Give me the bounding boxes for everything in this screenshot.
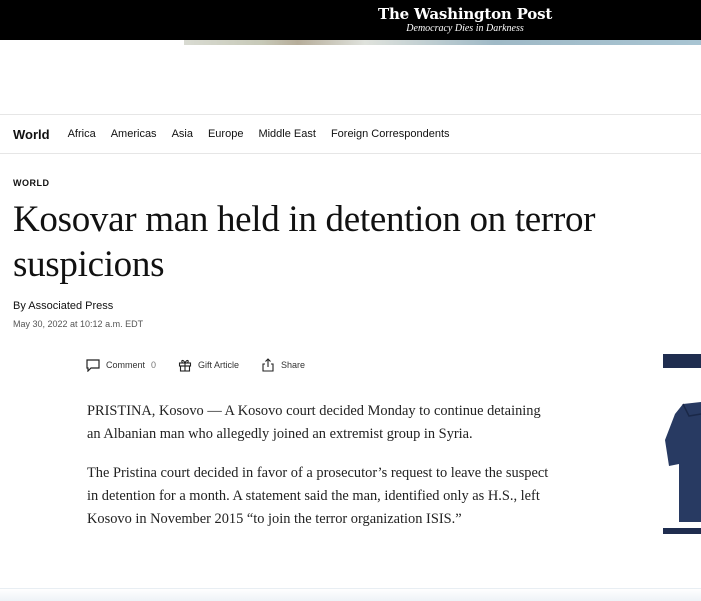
article-body: PRISTINA, Kosovo — A Kosovo court decide… bbox=[87, 400, 557, 547]
bottom-bar bbox=[0, 588, 701, 601]
byline: By Associated Press bbox=[13, 300, 113, 312]
share-icon bbox=[262, 358, 274, 372]
gift-label: Gift Article bbox=[198, 360, 240, 370]
nav-link-europe[interactable]: Europe bbox=[208, 128, 243, 140]
side-ad-image bbox=[663, 354, 701, 534]
article-paragraph: The Pristina court decided in favor of a… bbox=[87, 465, 549, 527]
ad-banner-strip bbox=[184, 40, 701, 45]
nav-link-americas[interactable]: Americas bbox=[111, 128, 157, 140]
top-masthead-bar: The Washington Post Democracy Dies in Da… bbox=[0, 0, 701, 40]
nav-link-africa[interactable]: Africa bbox=[68, 128, 96, 140]
nav-link-asia[interactable]: Asia bbox=[172, 128, 193, 140]
article-actions: Comment 0 Gift Article Share bbox=[86, 358, 327, 372]
article-kicker[interactable]: WORLD bbox=[13, 178, 50, 188]
byline-prefix: By bbox=[13, 300, 26, 312]
comment-label: Comment bbox=[106, 360, 146, 370]
gift-article-button[interactable]: Gift Article bbox=[178, 358, 239, 372]
publish-date: May 30, 2022 at 10:12 a.m. EDT bbox=[13, 319, 144, 329]
headline-line-2: suspicions bbox=[13, 244, 165, 285]
section-nav-title[interactable]: World bbox=[13, 127, 50, 142]
nav-link-foreign-correspondents[interactable]: Foreign Correspondents bbox=[331, 128, 450, 140]
section-nav: World Africa Americas Asia Europe Middle… bbox=[0, 114, 701, 154]
share-label: Share bbox=[281, 360, 306, 370]
comment-button[interactable]: Comment 0 bbox=[86, 358, 157, 372]
comment-icon bbox=[86, 358, 100, 372]
article-headline: Kosovar man held in detention on terror … bbox=[13, 197, 701, 287]
author-link[interactable]: Associated Press bbox=[28, 300, 113, 312]
comment-count: 0 bbox=[151, 360, 157, 370]
washington-post-logo[interactable]: The Washington Post Democracy Dies in Da… bbox=[378, 5, 552, 35]
share-button[interactable]: Share bbox=[261, 358, 305, 372]
nav-link-middle-east[interactable]: Middle East bbox=[258, 128, 315, 140]
headline-line-1: Kosovar man held in detention on terror bbox=[13, 199, 596, 240]
gift-icon bbox=[178, 359, 192, 372]
logo-name: The Washington Post bbox=[378, 5, 553, 23]
article-paragraph: PRISTINA, Kosovo — A Kosovo court decide… bbox=[87, 403, 541, 442]
logo-tagline: Democracy Dies in Darkness bbox=[406, 23, 524, 34]
